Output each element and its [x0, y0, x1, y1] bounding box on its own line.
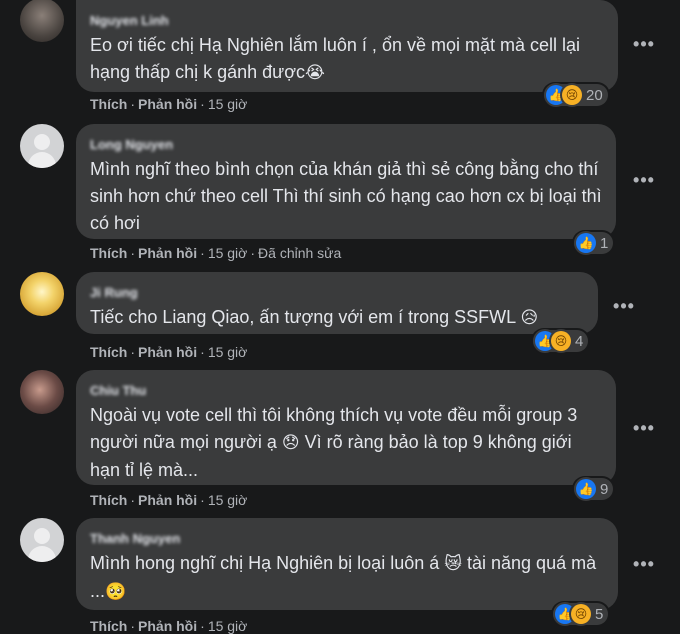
more-options-button[interactable]: ••• — [630, 170, 658, 191]
like-icon: 👍 — [576, 233, 596, 253]
like-icon: 👍 — [576, 479, 596, 499]
reply-link[interactable]: Phản hồi — [138, 96, 197, 112]
reactions-summary[interactable]: 👍 1 — [574, 232, 614, 254]
reaction-count: 4 — [575, 332, 584, 350]
crying-cat-emoji: 😿 — [444, 554, 462, 574]
comment-time[interactable]: 15 giờ — [208, 245, 248, 261]
reactions-summary[interactable]: 👍 😢 5 — [553, 603, 609, 625]
avatar[interactable] — [20, 272, 64, 316]
comment-bubble: Long Nguyen Mình nghĩ theo bình chọn của… — [76, 124, 616, 239]
comment-text-body: Eo ơi tiếc chị Hạ Nghiên lắm luôn í , ổn… — [90, 35, 581, 82]
like-link[interactable]: Thích — [90, 96, 127, 112]
reply-link[interactable]: Phản hồi — [138, 492, 197, 508]
reaction-count: 20 — [586, 86, 603, 104]
comment-text: Ngoài vụ vote cell thì tôi không thích v… — [90, 402, 602, 484]
comment-author[interactable]: Thanh Nguyen — [90, 530, 604, 548]
comment-author[interactable]: Chiu Thu — [90, 382, 602, 400]
comment-actions: Thích · Phản hồi · 15 giờ — [90, 96, 248, 112]
comment-actions: Thích · Phản hồi · 15 giờ — [90, 492, 248, 508]
like-link[interactable]: Thích — [90, 492, 127, 508]
more-options-button[interactable]: ••• — [630, 34, 658, 55]
comment-author[interactable]: Long Nguyen — [90, 136, 602, 154]
more-options-button[interactable]: ••• — [630, 554, 658, 575]
comment-bubble: Nguyen Linh Eo ơi tiếc chị Hạ Nghiên lắm… — [76, 0, 618, 92]
comment-time[interactable]: 15 giờ — [208, 96, 248, 112]
avatar[interactable] — [20, 124, 64, 168]
sad-icon: 😢 — [562, 85, 582, 105]
like-link[interactable]: Thích — [90, 344, 127, 360]
pleading-emoji: 🥺 — [105, 582, 127, 602]
reactions-summary[interactable]: 👍 😢 20 — [544, 84, 608, 106]
comment-time[interactable]: 15 giờ — [208, 344, 248, 360]
comment-text: Tiếc cho Liang Qiao, ấn tượng với em í t… — [90, 304, 584, 332]
reactions-summary[interactable]: 👍 😢 4 — [533, 330, 589, 352]
comment-time[interactable]: 15 giờ — [208, 492, 248, 508]
sad-icon: 😢 — [551, 331, 571, 351]
reactions-summary[interactable]: 👍 9 — [574, 478, 614, 500]
avatar[interactable] — [20, 370, 64, 414]
reply-link[interactable]: Phản hồi — [138, 245, 197, 261]
disappointed-emoji: 😞 — [281, 433, 300, 453]
comment-bubble: Chiu Thu Ngoài vụ vote cell thì tôi khôn… — [76, 370, 616, 485]
comment-text-body: Tiếc cho Liang Qiao, ấn tượng với em í t… — [90, 307, 516, 327]
comment-text: Eo ơi tiếc chị Hạ Nghiên lắm luôn í , ổn… — [90, 32, 604, 87]
comment-author[interactable]: Ji Rung — [90, 284, 584, 302]
comment-bubble: Ji Rung Tiếc cho Liang Qiao, ấn tượng vớ… — [76, 272, 598, 334]
like-link[interactable]: Thích — [90, 245, 127, 261]
sad-sweat-emoji: 😥 — [520, 308, 539, 328]
sad-icon: 😢 — [571, 604, 591, 624]
edited-label[interactable]: Đã chỉnh sửa — [258, 245, 341, 261]
reaction-count: 5 — [595, 605, 604, 623]
comment-text: Mình hong nghĩ chị Hạ Nghiên bị loại luô… — [90, 550, 604, 606]
more-options-button[interactable]: ••• — [630, 418, 658, 439]
reply-link[interactable]: Phản hồi — [138, 344, 197, 360]
avatar[interactable] — [20, 0, 64, 42]
crying-emoji: 😭 — [305, 63, 325, 83]
reaction-count: 1 — [600, 234, 609, 252]
comment-text: Mình nghĩ theo bình chọn của khán giả th… — [90, 159, 602, 233]
avatar[interactable] — [20, 518, 64, 562]
comment-author[interactable]: Nguyen Linh — [90, 12, 604, 30]
more-options-button[interactable]: ••• — [610, 296, 638, 317]
comment-text-body: Mình hong nghĩ chị Hạ Nghiên bị loại luô… — [90, 553, 440, 573]
comment-actions: Thích · Phản hồi · 15 giờ · Đã chỉnh sửa — [90, 245, 342, 261]
reaction-count: 9 — [600, 480, 609, 498]
comment-actions: Thích · Phản hồi · 15 giờ — [90, 344, 248, 360]
comment-bubble: Thanh Nguyen Mình hong nghĩ chị Hạ Nghiê… — [76, 518, 618, 610]
